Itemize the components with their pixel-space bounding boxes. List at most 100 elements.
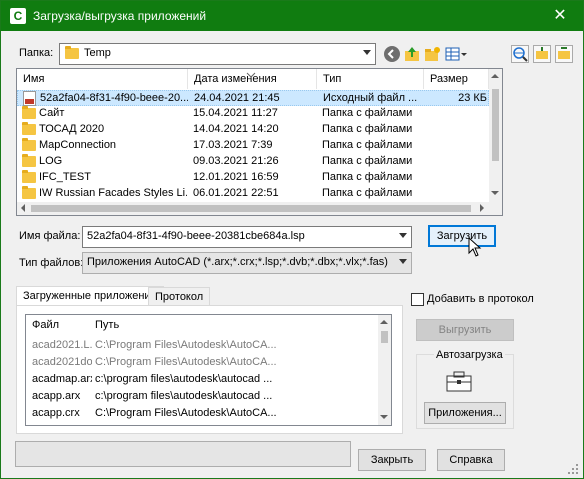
chevron-down-icon	[363, 50, 371, 55]
file-name: MapConnection	[39, 139, 117, 151]
file-row[interactable]: ТОСАД 2020 14.04.2021 14:20 Папка с файлам…	[17, 122, 489, 138]
app-row[interactable]: acapp.crx C:\Program Files\Autodesk\AutoC…	[26, 406, 378, 424]
scroll-thumb[interactable]	[492, 89, 499, 161]
app-row[interactable]: acad2021do...C:\Program Files\Autodesk\A…	[26, 355, 378, 373]
app-path: c:\program files\autodesk\autocad ...	[95, 373, 273, 385]
loaded-apps-list[interactable]: Файл Путь acad2021.L...C:\Program Files\…	[25, 314, 392, 426]
app-file: acapp.arx	[32, 390, 81, 402]
startup-apps-button[interactable]: Приложения...	[424, 402, 506, 424]
filetype-select[interactable]: Приложения AutoCAD (*.arx;*.crx;*.lsp;*.…	[82, 252, 412, 274]
app-file: acad2021do...	[32, 356, 92, 368]
hscroll-thumb[interactable]	[31, 205, 471, 212]
folder-icon	[65, 46, 79, 59]
file-type: Папка с файлами	[322, 187, 413, 199]
add-folder-icon[interactable]	[533, 45, 551, 63]
scroll-up-icon[interactable]	[491, 74, 499, 78]
folder-icon	[22, 170, 36, 183]
lsp-file-icon	[23, 91, 36, 106]
add-to-log-checkbox[interactable]	[411, 293, 424, 306]
startup-label: Автозагрузка	[434, 349, 505, 361]
help-button[interactable]: Справка	[437, 449, 505, 471]
autocad-icon: C	[10, 8, 26, 24]
file-list-vscroll[interactable]	[489, 69, 502, 202]
file-row[interactable]: LOG 09.03.2021 21:26 Папка с файлами	[17, 154, 489, 170]
scroll-down-icon[interactable]	[491, 191, 499, 195]
tab-log[interactable]: Протокол	[148, 287, 211, 307]
sort-chevron-icon	[246, 69, 256, 81]
scroll-right-icon[interactable]	[480, 204, 484, 212]
close-button[interactable]: Закрыть	[358, 449, 426, 471]
app-row[interactable]: acapp.arx c:\program files\autodesk\autoc…	[26, 389, 378, 407]
filename-label: Имя файла:	[19, 230, 81, 242]
file-type: Папка с файлами	[322, 139, 413, 151]
chevron-down-icon	[399, 233, 407, 238]
file-name: ТОСАД 2020	[39, 123, 105, 135]
file-name: Сайт	[39, 107, 65, 119]
app-row[interactable]: acadmap.arx c:\program files\autodesk\aut…	[26, 372, 378, 390]
file-list[interactable]: Имя Дата изменения Тип Размер 52a2fa04-8…	[16, 68, 503, 216]
file-type: Исходный файл ...	[323, 92, 418, 104]
up-folder-icon[interactable]	[403, 45, 421, 63]
view-menu-icon[interactable]	[445, 45, 469, 63]
new-folder-icon[interactable]	[423, 45, 441, 63]
file-name: IW Russian Facades Styles Li...	[39, 187, 187, 199]
file-type: Папка с файлами	[322, 155, 413, 167]
title-bar: C Загрузка/выгрузка приложений ✕	[1, 1, 583, 31]
column-header-type[interactable]: Тип	[317, 69, 424, 89]
column-header-path[interactable]: Путь	[95, 319, 119, 331]
file-row[interactable]: IFC_TEST 12.01.2021 16:59 Папка с файлами	[17, 170, 489, 186]
file-date: 06.01.2021 22:51	[193, 187, 279, 199]
web-search-icon[interactable]	[511, 45, 529, 63]
column-header-name[interactable]: Имя	[17, 69, 188, 89]
file-date: 09.03.2021 21:26	[193, 155, 279, 167]
load-button[interactable]: Загрузить	[428, 225, 496, 247]
app-path: C:\Program Files\Autodesk\AutoCA...	[95, 407, 277, 419]
file-type: Папка с файлами	[322, 123, 413, 135]
add-to-log-label[interactable]: Добавить в протокол	[427, 293, 534, 305]
scroll-down-icon[interactable]	[380, 415, 388, 419]
app-path: c:\program files\autodesk\autocad ...	[95, 390, 273, 402]
file-date: 14.04.2021 14:20	[193, 123, 279, 135]
filetype-value: Приложения AutoCAD (*.arx;*.crx;*.lsp;*.…	[87, 256, 388, 268]
file-name: LOG	[39, 155, 63, 167]
file-type: Папка с файлами	[322, 171, 413, 183]
app-file: acad2021.L...	[32, 339, 92, 351]
loaded-apps-panel: Файл Путь acad2021.L...C:\Program Files\…	[16, 305, 403, 434]
apps-scroll-thumb[interactable]	[381, 331, 388, 343]
resize-grip-icon[interactable]	[567, 463, 579, 478]
file-size: 23 КБ	[458, 92, 487, 104]
folder-icon	[22, 106, 36, 119]
scroll-left-icon[interactable]	[21, 204, 25, 212]
briefcase-icon	[446, 370, 472, 395]
file-date: 12.01.2021 16:59	[193, 171, 279, 183]
folder-icon	[22, 154, 36, 167]
apps-vscroll[interactable]	[378, 315, 391, 425]
tab-loaded-apps[interactable]: Загруженные приложения	[16, 286, 164, 307]
file-row[interactable]: IW Russian Facades Styles Li... 06.01.202…	[17, 186, 489, 202]
folder-label: Папка:	[19, 47, 54, 59]
file-name: 52a2fa04-8f31-4f90-beee-20...	[40, 92, 188, 104]
folder-icon	[22, 122, 36, 135]
filename-input[interactable]: 52a2fa04-8f31-4f90-beee-20381cbe684a.lsp	[82, 226, 412, 248]
startup-group: Автозагрузка Приложения...	[416, 349, 514, 429]
file-date: 15.04.2021 11:27	[193, 107, 278, 119]
folder-combo[interactable]: Temp	[59, 43, 376, 65]
column-header-file[interactable]: Файл	[32, 319, 59, 331]
file-row[interactable]: Сайт 15.04.2021 11:27 Папка с файлами	[17, 106, 489, 122]
unload-button[interactable]: Выгрузить	[416, 319, 514, 341]
app-path: C:\Program Files\Autodesk\AutoCA...	[95, 339, 277, 351]
scroll-up-icon[interactable]	[380, 320, 388, 324]
app-path: C:\Program Files\Autodesk\AutoCA...	[95, 356, 277, 368]
dialog-window: C Загрузка/выгрузка приложений ✕ Папка: …	[0, 0, 584, 479]
back-icon[interactable]	[383, 45, 401, 63]
column-header-size[interactable]: Размер	[424, 69, 489, 89]
filename-value: 52a2fa04-8f31-4f90-beee-20381cbe684a.lsp	[87, 230, 305, 242]
file-row[interactable]: 52a2fa04-8f31-4f90-beee-20... 24.04.2021 …	[17, 90, 489, 106]
remove-folder-icon[interactable]	[555, 45, 573, 63]
app-row[interactable]: acad2021.L...C:\Program Files\Autodesk\A…	[26, 338, 378, 356]
close-icon[interactable]: ✕	[537, 1, 583, 31]
file-row[interactable]: MapConnection 17.03.2021 7:39 Папка с файл…	[17, 138, 489, 154]
window-title: Загрузка/выгрузка приложений	[33, 9, 207, 23]
file-list-hscroll[interactable]	[17, 202, 502, 215]
folder-value: Temp	[84, 47, 111, 59]
